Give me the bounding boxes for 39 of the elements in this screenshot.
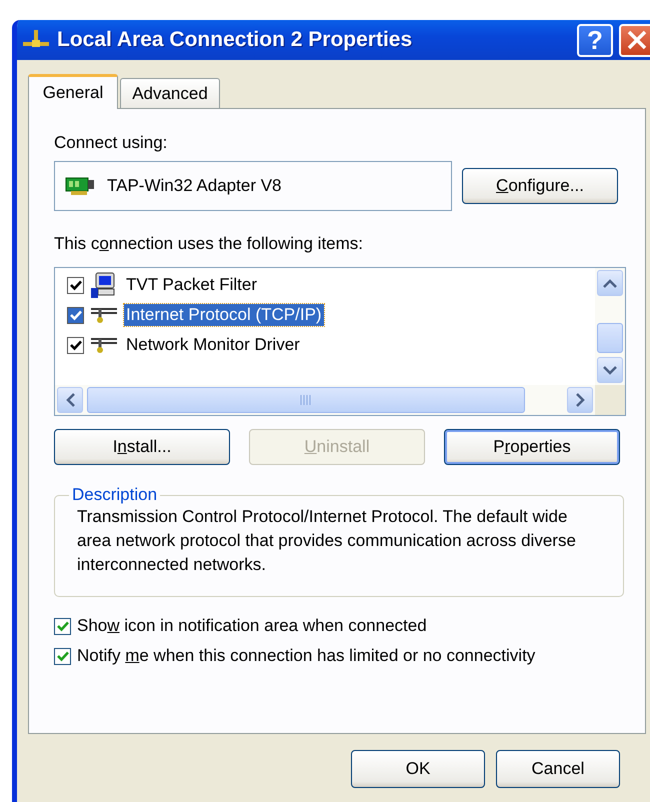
- scroll-up-icon: [603, 278, 617, 288]
- grip-icon: [300, 395, 312, 405]
- option-checkbox[interactable]: [54, 648, 71, 664]
- list-item[interactable]: Internet Protocol (TCP/IP): [124, 304, 324, 326]
- scrollbar-corner: [595, 385, 625, 415]
- configure-button[interactable]: Configure...: [462, 168, 618, 204]
- window-title: Local Area Connection 2 Properties: [57, 28, 414, 52]
- item-action-button[interactable]: Install...: [54, 429, 230, 465]
- close-icon: [626, 29, 648, 51]
- adapter-name: TAP-Win32 Adapter V8: [107, 176, 282, 196]
- network-card-icon: [65, 176, 95, 196]
- horizontal-scrollbar[interactable]: [55, 385, 595, 415]
- item-checkbox[interactable]: [67, 336, 84, 354]
- item-checkbox[interactable]: [67, 276, 84, 294]
- scroll-thumb[interactable]: [87, 387, 525, 413]
- tab[interactable]: Advanced: [120, 78, 220, 108]
- scroll-down-icon: [603, 366, 617, 374]
- dialog-button[interactable]: Cancel: [496, 750, 620, 788]
- help-button[interactable]: ?: [577, 24, 613, 56]
- connect-using-label: Connect using:: [54, 133, 168, 153]
- option-label: Show icon in notification area when connected: [77, 616, 427, 636]
- item-checkbox[interactable]: [67, 306, 84, 324]
- tab[interactable]: General: [28, 74, 118, 109]
- option-label: Notify me when this connection has limited or no connectivity: [77, 646, 536, 666]
- description-text: Transmission Control Protocol/Internet Protocol. The default wide area network protocol that provides communication across diverse interconnected networks.: [77, 506, 577, 576]
- scroll-right-icon: [576, 393, 584, 407]
- list-item[interactable]: TVT Packet Filter: [124, 274, 259, 296]
- network-icon: [90, 305, 118, 325]
- scroll-left-icon: [66, 393, 74, 407]
- group-title: Description: [71, 485, 158, 505]
- network-icon: [90, 335, 118, 355]
- list-item[interactable]: Network Monitor Driver: [124, 334, 302, 356]
- vertical-scrollbar[interactable]: [595, 268, 625, 385]
- close-button[interactable]: [619, 24, 650, 56]
- option-checkbox[interactable]: [54, 618, 71, 634]
- items-label: This connection uses the following items:: [54, 234, 364, 254]
- scroll-thumb[interactable]: [597, 323, 623, 353]
- dialog-button[interactable]: OK: [351, 750, 485, 788]
- item-action-button[interactable]: Properties: [444, 429, 620, 465]
